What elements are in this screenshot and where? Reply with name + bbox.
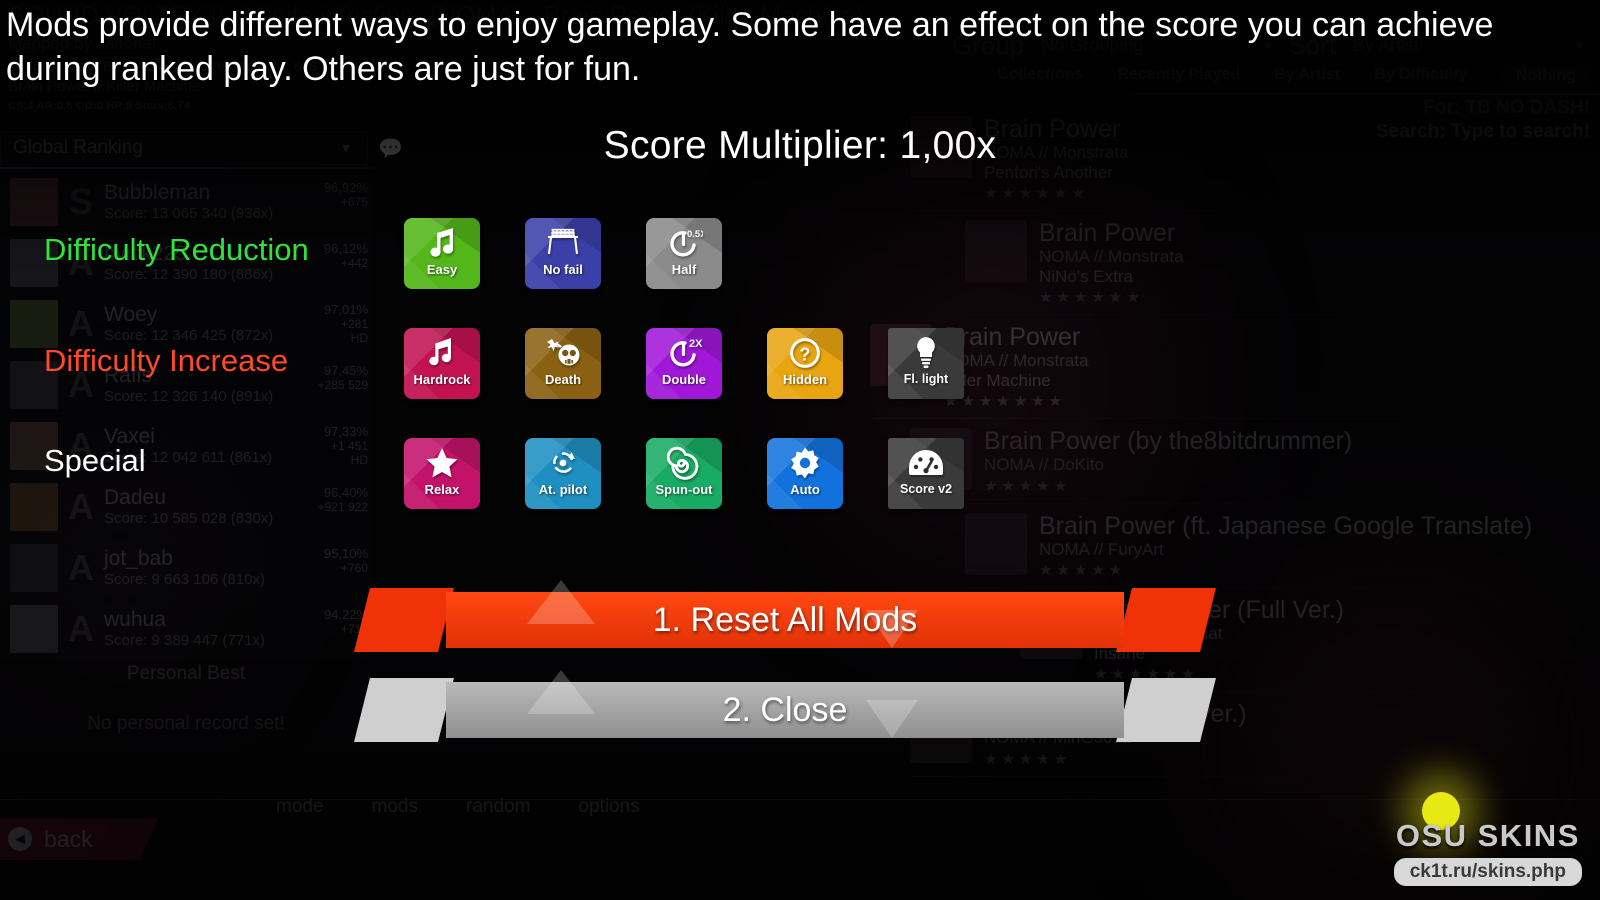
mod-label: Spun-out [655, 482, 713, 497]
mod-button-hidden[interactable]: ? Hidden [767, 328, 843, 399]
mod-button-no-fail[interactable]: No fail [525, 218, 601, 289]
mod-label: Easy [426, 262, 458, 277]
reset-all-mods-button[interactable]: 1. Reset All Mods [354, 580, 1216, 652]
button-cap-left [354, 678, 454, 742]
mod-slot: Spun-out [646, 438, 767, 548]
mod-label: Fl. light [903, 372, 949, 386]
button-body: 2. Close [446, 670, 1124, 738]
speedometer-icon [908, 445, 944, 481]
mod-button-fl-light[interactable]: Fl. light [888, 328, 964, 399]
mod-slot: Fl. light [888, 328, 1009, 438]
score-multiplier: Score Multiplier: 1,00x [603, 124, 997, 167]
mod-button-hardrock[interactable]: Hardrock [404, 328, 480, 399]
autopilot-icon [546, 445, 580, 481]
close-label: 2. Close [722, 690, 848, 729]
mod-slot: At. pilot [525, 438, 646, 548]
mod-label: Death [544, 372, 582, 387]
category-difficulty-increase: Difficulty Increase [44, 343, 289, 378]
mod-label: Auto [790, 482, 820, 497]
mod-button-death[interactable]: Death [525, 328, 601, 399]
mod-button-auto[interactable]: Auto [767, 438, 843, 509]
mod-grid[interactable]: Easy No fail 0.5X Half Hardrock Death 2X Double… [404, 218, 1009, 548]
gear-icon [789, 445, 821, 481]
question-icon: ? [788, 335, 822, 371]
mod-button-double[interactable]: 2X Double [646, 328, 722, 399]
svg-text:0.5X: 0.5X [687, 229, 703, 240]
mod-slot: Hardrock [404, 328, 525, 438]
watermark-url: ck1t.ru/skins.php [1393, 858, 1582, 886]
button-body: 1. Reset All Mods [446, 580, 1124, 648]
watermark: OSU SKINS ck1t.ru/skins.php [1393, 818, 1582, 886]
mod-button-at-pilot[interactable]: At. pilot [525, 438, 601, 509]
beamed-notes-icon [428, 335, 456, 371]
mod-button-easy[interactable]: Easy [404, 218, 480, 289]
mod-slot: Death [525, 328, 646, 438]
category-special: Special [44, 443, 146, 478]
mod-label: No fail [543, 262, 583, 277]
mod-slot: No fail [525, 218, 646, 328]
mod-button-relax[interactable]: Relax [404, 438, 480, 509]
mod-label: Hardrock [413, 372, 471, 387]
mod-label: Relax [424, 482, 460, 497]
mod-row: Easy No fail 0.5X Half [404, 218, 1009, 328]
svg-text:?: ? [800, 345, 811, 365]
reset-all-mods-label: 1. Reset All Mods [652, 600, 918, 639]
spiral-icon [667, 445, 701, 481]
svg-text:2X: 2X [689, 338, 703, 350]
mod-row: Hardrock Death 2X Double? Hidden Fl. light [404, 328, 1009, 438]
music-note-icon [427, 225, 457, 261]
mod-label: At. pilot [538, 482, 588, 497]
mod-button-half[interactable]: 0.5X Half [646, 218, 722, 289]
mod-select-overlay: Mods provide different ways to enjoy gam… [0, 0, 1600, 900]
mods-description: Mods provide different ways to enjoy gam… [6, 6, 1494, 88]
mod-button-spun-out[interactable]: Spun-out [646, 438, 722, 509]
category-difficulty-reduction: Difficulty Reduction [44, 232, 309, 267]
mod-slot: ? Hidden [767, 328, 888, 438]
mod-slot: 0.5X Half [646, 218, 767, 328]
mod-label: Double [661, 372, 707, 387]
clock-double-icon: 2X [665, 335, 703, 371]
mod-slot: Score v2 [888, 438, 1009, 548]
button-cap-right [1116, 678, 1216, 742]
watermark-title: OSU SKINS [1395, 818, 1580, 853]
button-cap-right [1116, 588, 1216, 652]
mod-label: Half [671, 262, 697, 277]
mod-button-score-v2[interactable]: Score v2 [888, 438, 964, 509]
mod-slot: 2X Double [646, 328, 767, 438]
skull-bomb-icon [543, 335, 583, 371]
mod-label: Hidden [782, 372, 828, 387]
clock-half-icon: 0.5X [665, 225, 703, 261]
mod-slot: Easy [404, 218, 525, 328]
button-cap-left [354, 588, 454, 652]
mod-slot: Relax [404, 438, 525, 548]
mod-label: Score v2 [899, 482, 953, 496]
mod-row: Relax At. pilot Spun-out Auto Score v2 [404, 438, 1009, 548]
mod-slot: Auto [767, 438, 888, 548]
close-button[interactable]: 2. Close [354, 670, 1216, 742]
net-icon [544, 225, 582, 261]
star-icon [425, 445, 459, 481]
lightbulb-icon [913, 335, 939, 371]
